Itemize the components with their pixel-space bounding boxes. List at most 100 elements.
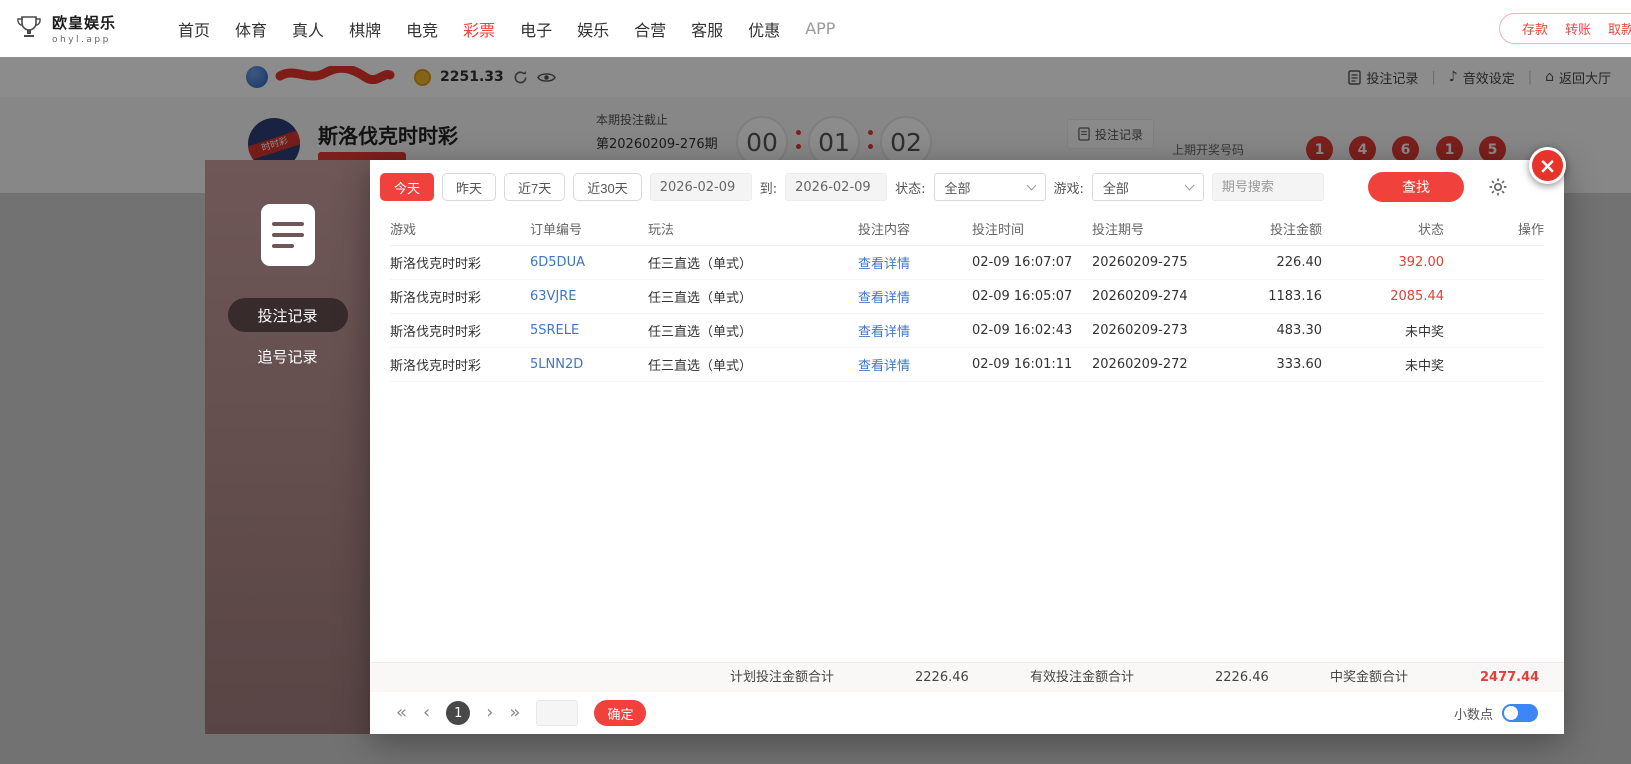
last-page-button[interactable]: » xyxy=(509,704,520,722)
status-label: 状态: xyxy=(895,181,926,197)
valid-total-value: 2226.46 xyxy=(1215,670,1269,685)
bet-records-table: 游戏 订单编号 玩法 投注内容 投注时间 投注期号 投注金额 状态 操作 斯洛伐… xyxy=(370,212,1564,382)
nav-item-promotions[interactable]: 优惠 xyxy=(748,17,780,41)
valid-total-label: 有效投注金额合计 xyxy=(1030,670,1135,685)
cell-status: 392.00 xyxy=(1398,255,1445,270)
filter-bar: 今天 昨天 近7天 近30天 到: 状态: 全部 游戏: 全部 查找 xyxy=(370,160,1564,212)
cell-amount: 226.40 xyxy=(1276,255,1323,270)
nav-item-home[interactable]: 首页 xyxy=(178,17,210,41)
prev-page-button[interactable]: ‹ xyxy=(423,704,430,722)
records-document-icon xyxy=(260,204,315,266)
table-row: 斯洛伐克时时彩 63VJRE 任三直选（单式） 查看详情 02-09 16:05… xyxy=(390,280,1544,314)
first-page-button[interactable]: « xyxy=(396,704,407,722)
table-row: 斯洛伐克时时彩 6D5DUA 任三直选（单式） 查看详情 02-09 16:07… xyxy=(390,246,1544,280)
nav-item-esports[interactable]: 电竞 xyxy=(406,17,438,41)
cell-status: 未中奖 xyxy=(1404,325,1444,340)
sidebar-item-bet-records[interactable]: 投注记录 xyxy=(227,298,348,332)
close-icon: × xyxy=(1538,153,1557,178)
game-select[interactable]: 全部 xyxy=(1091,173,1204,201)
chevron-down-icon xyxy=(1184,180,1195,190)
cell-amount: 1183.16 xyxy=(1268,289,1322,304)
top-navigation: 欧皇娱乐 ohyl.app 首页 体育 真人 棋牌 电竞 彩票 电子 娱乐 合营… xyxy=(0,0,1631,57)
quick-filter-7days[interactable]: 近7天 xyxy=(504,173,566,201)
records-modal-menu: 投注记录 追号记录 xyxy=(205,298,370,373)
cell-order-link[interactable]: 5LNN2D xyxy=(530,357,648,372)
date-to-input[interactable] xyxy=(785,173,888,201)
wallet-deposit-button[interactable]: 存款 xyxy=(1522,19,1548,38)
cell-amount: 483.30 xyxy=(1276,323,1323,338)
sidebar-item-chase-records[interactable]: 追号记录 xyxy=(228,339,348,373)
next-page-button[interactable]: › xyxy=(486,704,493,722)
nav-item-sports[interactable]: 体育 xyxy=(235,17,267,41)
cell-status: 2085.44 xyxy=(1390,289,1444,304)
nav-item-live-casino[interactable]: 真人 xyxy=(292,17,324,41)
cell-status: 未中奖 xyxy=(1404,359,1444,374)
cell-play-type: 任三直选（单式） xyxy=(648,359,753,374)
settings-gear-icon[interactable] xyxy=(1488,177,1508,197)
cell-period: 20260209-272 xyxy=(1092,357,1188,372)
toggle-knob xyxy=(1504,706,1518,720)
th-order-id: 订单编号 xyxy=(530,223,583,238)
close-modal-button[interactable]: × xyxy=(1529,147,1566,184)
cell-bet-time: 02-09 16:01:11 xyxy=(972,357,1073,372)
nav-item-board-games[interactable]: 棋牌 xyxy=(349,17,381,41)
th-bet-content: 投注内容 xyxy=(858,223,911,238)
page-jump-input[interactable] xyxy=(536,700,579,726)
status-select[interactable]: 全部 xyxy=(933,173,1046,201)
quick-filter-yesterday[interactable]: 昨天 xyxy=(442,173,497,201)
decimal-point-toggle[interactable] xyxy=(1502,704,1538,722)
period-search-input[interactable] xyxy=(1211,173,1324,201)
cell-game: 斯洛伐克时时彩 xyxy=(390,291,482,306)
cell-game: 斯洛伐克时时彩 xyxy=(390,325,482,340)
nav-item-partnership[interactable]: 合营 xyxy=(634,17,666,41)
cell-order-link[interactable]: 63VJRE xyxy=(530,289,648,304)
plan-total-value: 2226.46 xyxy=(915,670,969,685)
quick-filter-today[interactable]: 今天 xyxy=(380,173,435,201)
trophy-logo-icon xyxy=(14,12,44,46)
totals-bar: 计划投注金额合计 2226.46 有效投注金额合计 2226.46 中奖金额合计… xyxy=(370,662,1564,692)
decimal-point-control: 小数点 xyxy=(1454,704,1538,723)
cell-period: 20260209-275 xyxy=(1092,255,1188,270)
nav-item-support[interactable]: 客服 xyxy=(691,17,723,41)
cell-game: 斯洛伐克时时彩 xyxy=(390,359,482,374)
decimal-point-label: 小数点 xyxy=(1453,707,1493,723)
date-from-input[interactable] xyxy=(649,173,752,201)
cell-view-details-link[interactable]: 查看详情 xyxy=(858,287,972,306)
plan-total-label: 计划投注金额合计 xyxy=(730,670,835,685)
nav-item-app[interactable]: APP xyxy=(805,19,835,38)
cell-bet-time: 02-09 16:02:43 xyxy=(972,323,1073,338)
th-period: 投注期号 xyxy=(1092,223,1145,238)
nav-item-entertainment[interactable]: 娱乐 xyxy=(577,17,609,41)
current-page-indicator[interactable]: 1 xyxy=(446,701,471,725)
cell-view-details-link[interactable]: 查看详情 xyxy=(858,321,972,340)
nav-item-lottery[interactable]: 彩票 xyxy=(463,17,495,41)
nav-item-slots[interactable]: 电子 xyxy=(520,17,552,41)
cell-bet-time: 02-09 16:07:07 xyxy=(972,255,1073,270)
game-label: 游戏: xyxy=(1053,181,1084,197)
th-game: 游戏 xyxy=(390,223,417,238)
table-row: 斯洛伐克时时彩 5LNN2D 任三直选（单式） 查看详情 02-09 16:01… xyxy=(390,348,1544,382)
table-row: 斯洛伐克时时彩 5SRELE 任三直选（单式） 查看详情 02-09 16:02… xyxy=(390,314,1544,348)
cell-period: 20260209-274 xyxy=(1092,289,1188,304)
cell-view-details-link[interactable]: 查看详情 xyxy=(858,253,972,272)
th-action: 操作 xyxy=(1517,223,1544,238)
bet-records-panel: 今天 昨天 近7天 近30天 到: 状态: 全部 游戏: 全部 查找 游戏 订单… xyxy=(370,160,1564,734)
cell-order-link[interactable]: 6D5DUA xyxy=(530,255,648,270)
cell-order-link[interactable]: 5SRELE xyxy=(530,323,648,338)
cell-game: 斯洛伐克时时彩 xyxy=(390,257,482,272)
quick-filter-30days[interactable]: 近30天 xyxy=(573,173,642,201)
page-jump-confirm-button[interactable]: 确定 xyxy=(594,700,647,726)
logo[interactable]: 欧皇娱乐 ohyl.app xyxy=(0,12,116,46)
to-label: 到: xyxy=(759,181,778,197)
wallet-transfer-button[interactable]: 转账 xyxy=(1565,19,1591,38)
cell-play-type: 任三直选（单式） xyxy=(648,291,753,306)
records-modal-sidebar: 投注记录 追号记录 xyxy=(205,160,370,734)
wallet-withdraw-button[interactable]: 取款 xyxy=(1608,19,1631,38)
wallet-pill: 存款 转账 取款 xyxy=(1498,13,1631,44)
win-total-label: 中奖金额合计 xyxy=(1330,670,1409,685)
main-nav: 首页 体育 真人 棋牌 电竞 彩票 电子 娱乐 合营 客服 优惠 APP xyxy=(178,17,835,41)
cell-amount: 333.60 xyxy=(1276,357,1323,372)
cell-view-details-link[interactable]: 查看详情 xyxy=(858,355,972,374)
th-bet-time: 投注时间 xyxy=(972,223,1025,238)
search-button[interactable]: 查找 xyxy=(1368,172,1464,202)
